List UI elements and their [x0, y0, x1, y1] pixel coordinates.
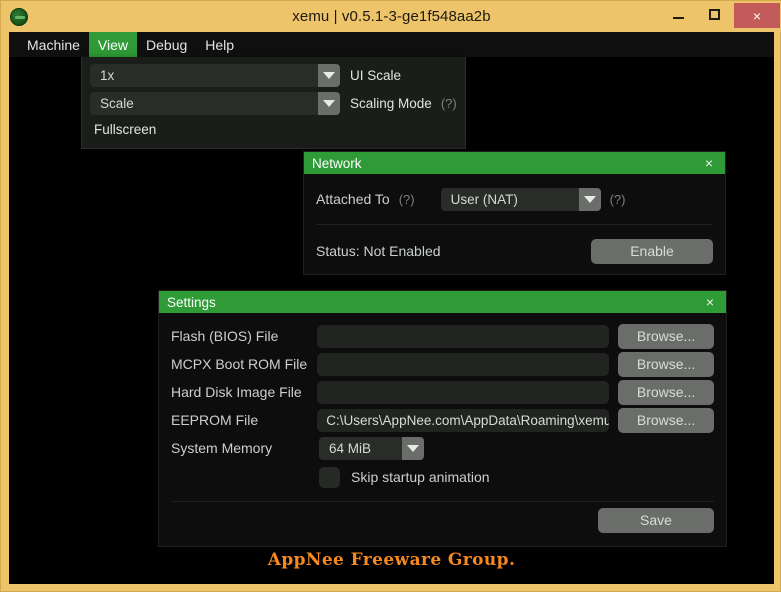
flash-bios-label: Flash (BIOS) File [171, 328, 279, 344]
settings-panel: Settings × Flash (BIOS) File Browse... M… [158, 290, 727, 547]
system-memory-label: System Memory [171, 440, 273, 456]
attached-to-value: User (NAT) [450, 191, 518, 207]
system-memory-combo[interactable]: 64 MiB [319, 436, 424, 460]
menu-item-view[interactable]: View [88, 32, 138, 57]
enable-button[interactable]: Enable [591, 238, 713, 264]
hard-disk-label: Hard Disk Image File [171, 384, 302, 400]
watermark-text: AppNee Freeware Group. [267, 550, 516, 570]
mcpx-rom-browse-button[interactable]: Browse... [618, 351, 714, 377]
view-dropdown-menu: 1x UI Scale Scale Scaling Mode (?) Fulls [81, 57, 466, 149]
mcpx-rom-label: MCPX Boot ROM File [171, 356, 308, 372]
hard-disk-input[interactable] [317, 380, 610, 404]
network-divider [316, 224, 713, 225]
maximize-icon [708, 9, 720, 20]
hard-disk-row: Hard Disk Image File Browse... [171, 378, 714, 406]
hard-disk-browse-button[interactable]: Browse... [618, 379, 714, 405]
chevron-down-icon[interactable] [578, 187, 601, 211]
system-memory-value: 64 MiB [329, 440, 372, 456]
network-status-row: Status: Not Enabled Enable [316, 236, 713, 266]
attached-to-combo[interactable]: User (NAT) [440, 187, 601, 211]
skip-animation-checkbox[interactable] [319, 466, 340, 488]
attached-to-label: Attached To [316, 191, 390, 207]
menu-item-debug[interactable]: Debug [137, 32, 196, 57]
network-panel-close-icon[interactable]: × [701, 155, 717, 171]
network-panel: Network × Attached To (?) User (NAT) (?) [303, 151, 726, 275]
chevron-down-icon[interactable] [318, 64, 340, 87]
save-button[interactable]: Save [598, 507, 714, 533]
mcpx-rom-row: MCPX Boot ROM File Browse... [171, 350, 714, 378]
minimize-icon [672, 17, 684, 19]
settings-panel-body: Flash (BIOS) File Browse... MCPX Boot RO… [159, 313, 726, 538]
client-area: Machine View Debug Help 1x UI Scale Scal… [9, 32, 774, 584]
scaling-mode-value: Scale [100, 96, 134, 111]
xemu-main-window: xemu | v0.5.1-3-ge1f548aa2b × Machine Vi… [0, 0, 781, 592]
settings-panel-titlebar: Settings × [159, 291, 726, 313]
minimize-button[interactable] [660, 1, 696, 28]
maximize-button[interactable] [696, 1, 732, 28]
network-status-text: Status: Not Enabled [316, 243, 441, 259]
skip-animation-label: Skip startup animation [351, 469, 490, 485]
close-icon: × [752, 7, 762, 24]
flash-bios-row: Flash (BIOS) File Browse... [171, 322, 714, 350]
network-panel-titlebar: Network × [304, 152, 725, 174]
scaling-mode-caption: Scaling Mode [350, 96, 432, 111]
menu-item-fullscreen[interactable]: Fullscreen [90, 119, 457, 140]
settings-panel-title: Settings [167, 294, 216, 310]
menu-row-ui-scale: 1x UI Scale [90, 63, 457, 88]
eeprom-input[interactable]: C:\Users\AppNee.com\AppData\Roaming\xemu [317, 408, 610, 432]
flash-bios-browse-button[interactable]: Browse... [618, 323, 714, 349]
eeprom-browse-button[interactable]: Browse... [618, 407, 714, 433]
menu-item-help[interactable]: Help [196, 32, 243, 57]
chevron-down-icon[interactable] [402, 436, 424, 460]
flash-bios-input[interactable] [317, 324, 610, 348]
ui-scale-value: 1x [100, 68, 115, 83]
scaling-mode-help-icon[interactable]: (?) [441, 96, 457, 111]
network-panel-title: Network [312, 155, 362, 171]
skip-animation-row: Skip startup animation [171, 462, 714, 492]
chevron-down-icon[interactable] [318, 92, 340, 115]
system-memory-row: System Memory 64 MiB [171, 434, 714, 462]
attached-to-trailing-help-icon[interactable]: (?) [610, 192, 626, 207]
network-panel-body: Attached To (?) User (NAT) (?) Status: N… [304, 174, 725, 266]
attached-to-help-icon[interactable]: (?) [399, 192, 415, 207]
menu-row-scaling-mode: Scale Scaling Mode (?) [90, 91, 457, 116]
ui-scale-caption: UI Scale [350, 68, 402, 83]
mcpx-rom-input[interactable] [317, 352, 610, 376]
close-button[interactable]: × [734, 3, 780, 28]
eeprom-row: EEPROM File C:\Users\AppNee.com\AppData\… [171, 406, 714, 434]
menu-item-machine[interactable]: Machine [18, 32, 89, 57]
settings-panel-close-icon[interactable]: × [702, 294, 718, 310]
eeprom-label: EEPROM File [171, 412, 259, 428]
menu-bar: Machine View Debug Help [9, 32, 774, 57]
scaling-mode-combo[interactable]: Scale [90, 92, 340, 115]
ui-scale-combo[interactable]: 1x [90, 64, 340, 87]
title-bar: xemu | v0.5.1-3-ge1f548aa2b × [1, 1, 781, 32]
save-row: Save [171, 502, 714, 538]
attached-to-row: Attached To (?) User (NAT) (?) [316, 186, 713, 212]
